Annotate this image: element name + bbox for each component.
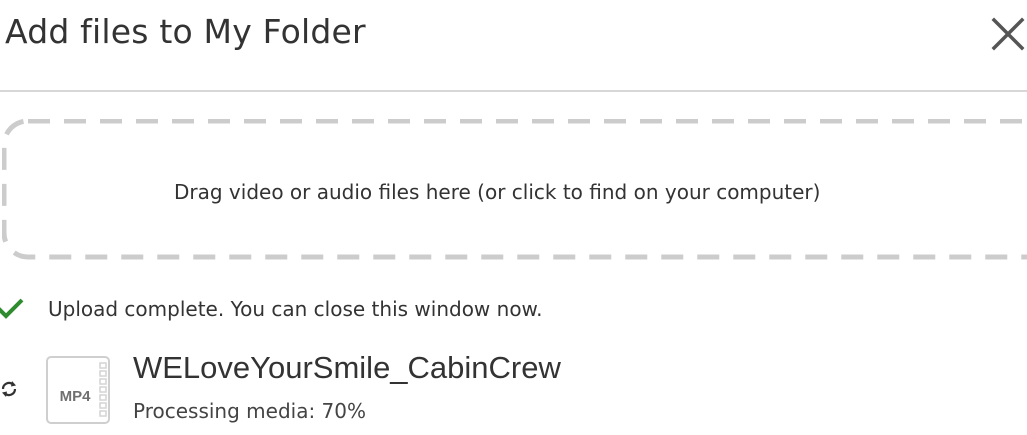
- close-icon: [991, 17, 1025, 51]
- upload-status-message: Upload complete. You can close this wind…: [48, 297, 543, 321]
- refresh-icon: [1, 381, 17, 397]
- dialog-title: Add files to My Folder: [5, 12, 366, 51]
- mp4-file-icon: MP4: [45, 355, 113, 427]
- file-name: WELoveYourSmile_CabinCrew: [133, 350, 561, 385]
- dropzone-instructions: Drag video or audio files here (or click…: [174, 180, 821, 204]
- header-divider: [0, 90, 1027, 92]
- checkmark-icon: [0, 298, 24, 319]
- close-button[interactable]: [988, 14, 1027, 54]
- file-processing-status: Processing media: 70%: [133, 399, 366, 423]
- file-extension-label: MP4: [59, 388, 91, 405]
